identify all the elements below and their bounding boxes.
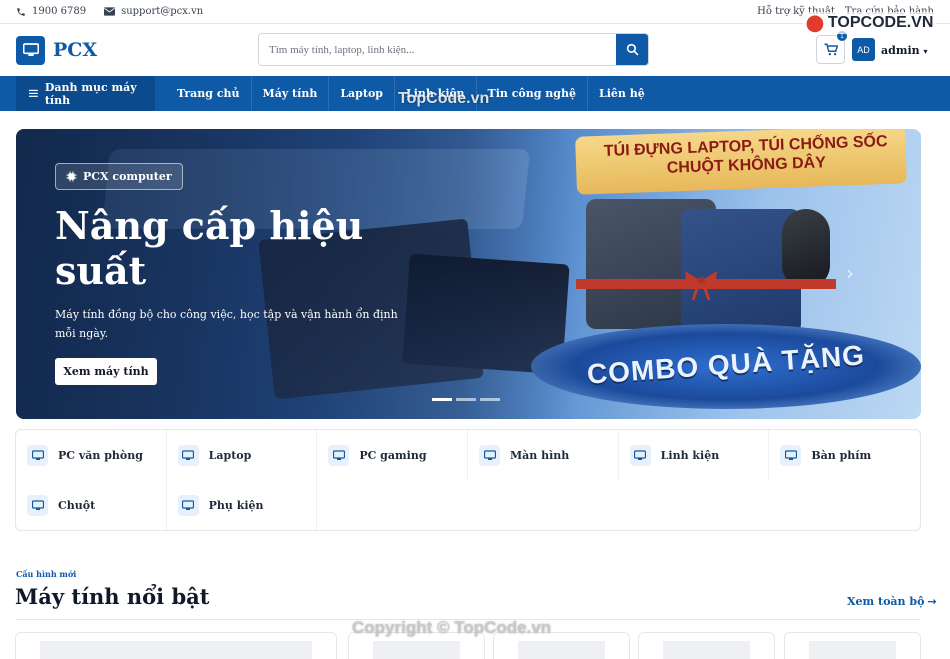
product-thumbnail xyxy=(40,641,312,659)
hamburger-icon xyxy=(29,89,38,97)
mail-icon xyxy=(104,7,116,16)
banner-title: Nâng cấp hiệu suất xyxy=(55,203,364,293)
category-item-mouse[interactable]: Chuột xyxy=(16,480,167,530)
user-menu[interactable]: admin ▾ xyxy=(881,44,928,57)
category-item-monitor[interactable]: Màn hình xyxy=(468,430,619,480)
brand-pill-label: PCX computer xyxy=(83,170,172,183)
product-thumbnail xyxy=(518,641,605,659)
mouse-image xyxy=(782,209,830,289)
email-address: support@pcx.vn xyxy=(121,6,204,17)
view-all-link[interactable]: Xem toàn bộ → xyxy=(847,595,937,608)
category-item-components[interactable]: Linh kiện xyxy=(619,430,770,480)
watermark-brand-text: TOPCODE.VN xyxy=(827,14,934,31)
watermark-brand: ⬤ TOPCODE.VN xyxy=(803,12,937,34)
category-label: Linh kiện xyxy=(660,448,720,462)
email-contact[interactable]: support@pcx.vn xyxy=(104,6,203,17)
arrow-right-icon: → xyxy=(927,595,937,608)
monitor-icon xyxy=(328,444,350,466)
nav-home[interactable]: Trang chủ xyxy=(155,76,252,111)
monitor-icon xyxy=(479,444,500,466)
nav-contact[interactable]: Liên hệ xyxy=(588,76,656,111)
product-thumbnail xyxy=(809,641,896,659)
view-all-label: Xem toàn bộ xyxy=(847,595,925,608)
category-label: PC văn phòng xyxy=(58,448,143,462)
search-button[interactable] xyxy=(616,34,648,65)
view-computers-button[interactable]: Xem máy tính xyxy=(55,358,157,385)
chip-icon xyxy=(66,171,77,182)
monitor-icon xyxy=(629,444,651,466)
username-label: admin xyxy=(881,44,920,57)
category-label: Màn hình xyxy=(510,448,570,462)
carousel-dot-2[interactable] xyxy=(456,398,476,401)
section-kicker: Cấu hình mới xyxy=(16,569,77,579)
search-input[interactable] xyxy=(259,34,616,65)
product-card[interactable] xyxy=(638,632,775,659)
category-item-accessories[interactable]: Phụ kiện xyxy=(167,480,318,530)
monitor-icon xyxy=(177,494,199,516)
cart-icon xyxy=(824,43,838,56)
monitor-icon xyxy=(27,494,48,516)
banner-description: Máy tính đồng bộ cho công việc, học tập … xyxy=(55,308,398,340)
category-menu-button[interactable]: Danh mục máy tính xyxy=(16,76,155,111)
caret-down-icon: ▾ xyxy=(923,46,928,56)
category-label: Bàn phím xyxy=(811,448,872,462)
watermark-logo-icon: ⬤ xyxy=(806,15,824,32)
section-title: Máy tính nổi bật xyxy=(15,584,210,609)
category-label: PC gaming xyxy=(359,448,427,462)
product-thumbnail xyxy=(373,641,460,659)
monitor-logo-icon xyxy=(16,35,45,65)
carousel-indicators xyxy=(432,398,500,401)
avatar[interactable]: AD xyxy=(852,38,875,61)
watermark-copyright: Copyright © TopCode.vn xyxy=(352,618,552,637)
brand-pill: PCX computer xyxy=(55,163,183,190)
carousel-dot-1[interactable] xyxy=(432,398,452,401)
nav-computers[interactable]: Máy tính xyxy=(252,76,330,111)
category-item-keyboard[interactable]: Bàn phím xyxy=(769,430,920,480)
phone-number: 1900 6789 xyxy=(32,6,87,17)
carousel-dot-3[interactable] xyxy=(480,398,500,401)
hero-banner[interactable]: TÚI ĐỰNG LAPTOP, TÚI CHỐNG SỐC CHUỘT KHÔ… xyxy=(16,129,921,419)
phone-contact[interactable]: 1900 6789 xyxy=(16,6,86,17)
monitor-icon xyxy=(780,444,802,466)
category-label: Laptop xyxy=(208,448,252,462)
nav-laptop[interactable]: Laptop xyxy=(329,76,395,111)
watermark-center: TopCode.vn xyxy=(398,90,490,107)
category-item-pc-gaming[interactable]: PC gaming xyxy=(317,430,468,480)
logo-text: PCX xyxy=(53,39,98,61)
next-slide-chevron-icon[interactable]: › xyxy=(846,261,854,285)
product-card[interactable] xyxy=(15,632,337,659)
logo[interactable]: PCX xyxy=(16,35,98,65)
cart-button[interactable]: 1 xyxy=(816,31,847,64)
product-card[interactable] xyxy=(784,632,921,659)
phone-icon xyxy=(17,7,25,16)
category-label: Chuột xyxy=(58,498,96,512)
category-menu-label: Danh mục máy tính xyxy=(44,80,137,107)
category-grid: PC văn phòng Laptop PC gaming Màn hình L… xyxy=(15,429,921,531)
search-bar xyxy=(258,33,649,66)
monitor-icon xyxy=(177,444,199,466)
gift-bow-icon xyxy=(685,271,717,301)
category-item-pc-office[interactable]: PC văn phòng xyxy=(16,430,167,480)
product-thumbnail xyxy=(663,641,750,659)
category-label: Phụ kiện xyxy=(208,498,264,512)
monitor-icon xyxy=(27,444,48,466)
category-grid-empty xyxy=(317,480,468,530)
category-item-laptop[interactable]: Laptop xyxy=(167,430,318,480)
search-icon xyxy=(626,43,638,56)
nav-tech-news[interactable]: Tin công nghệ xyxy=(477,76,588,111)
